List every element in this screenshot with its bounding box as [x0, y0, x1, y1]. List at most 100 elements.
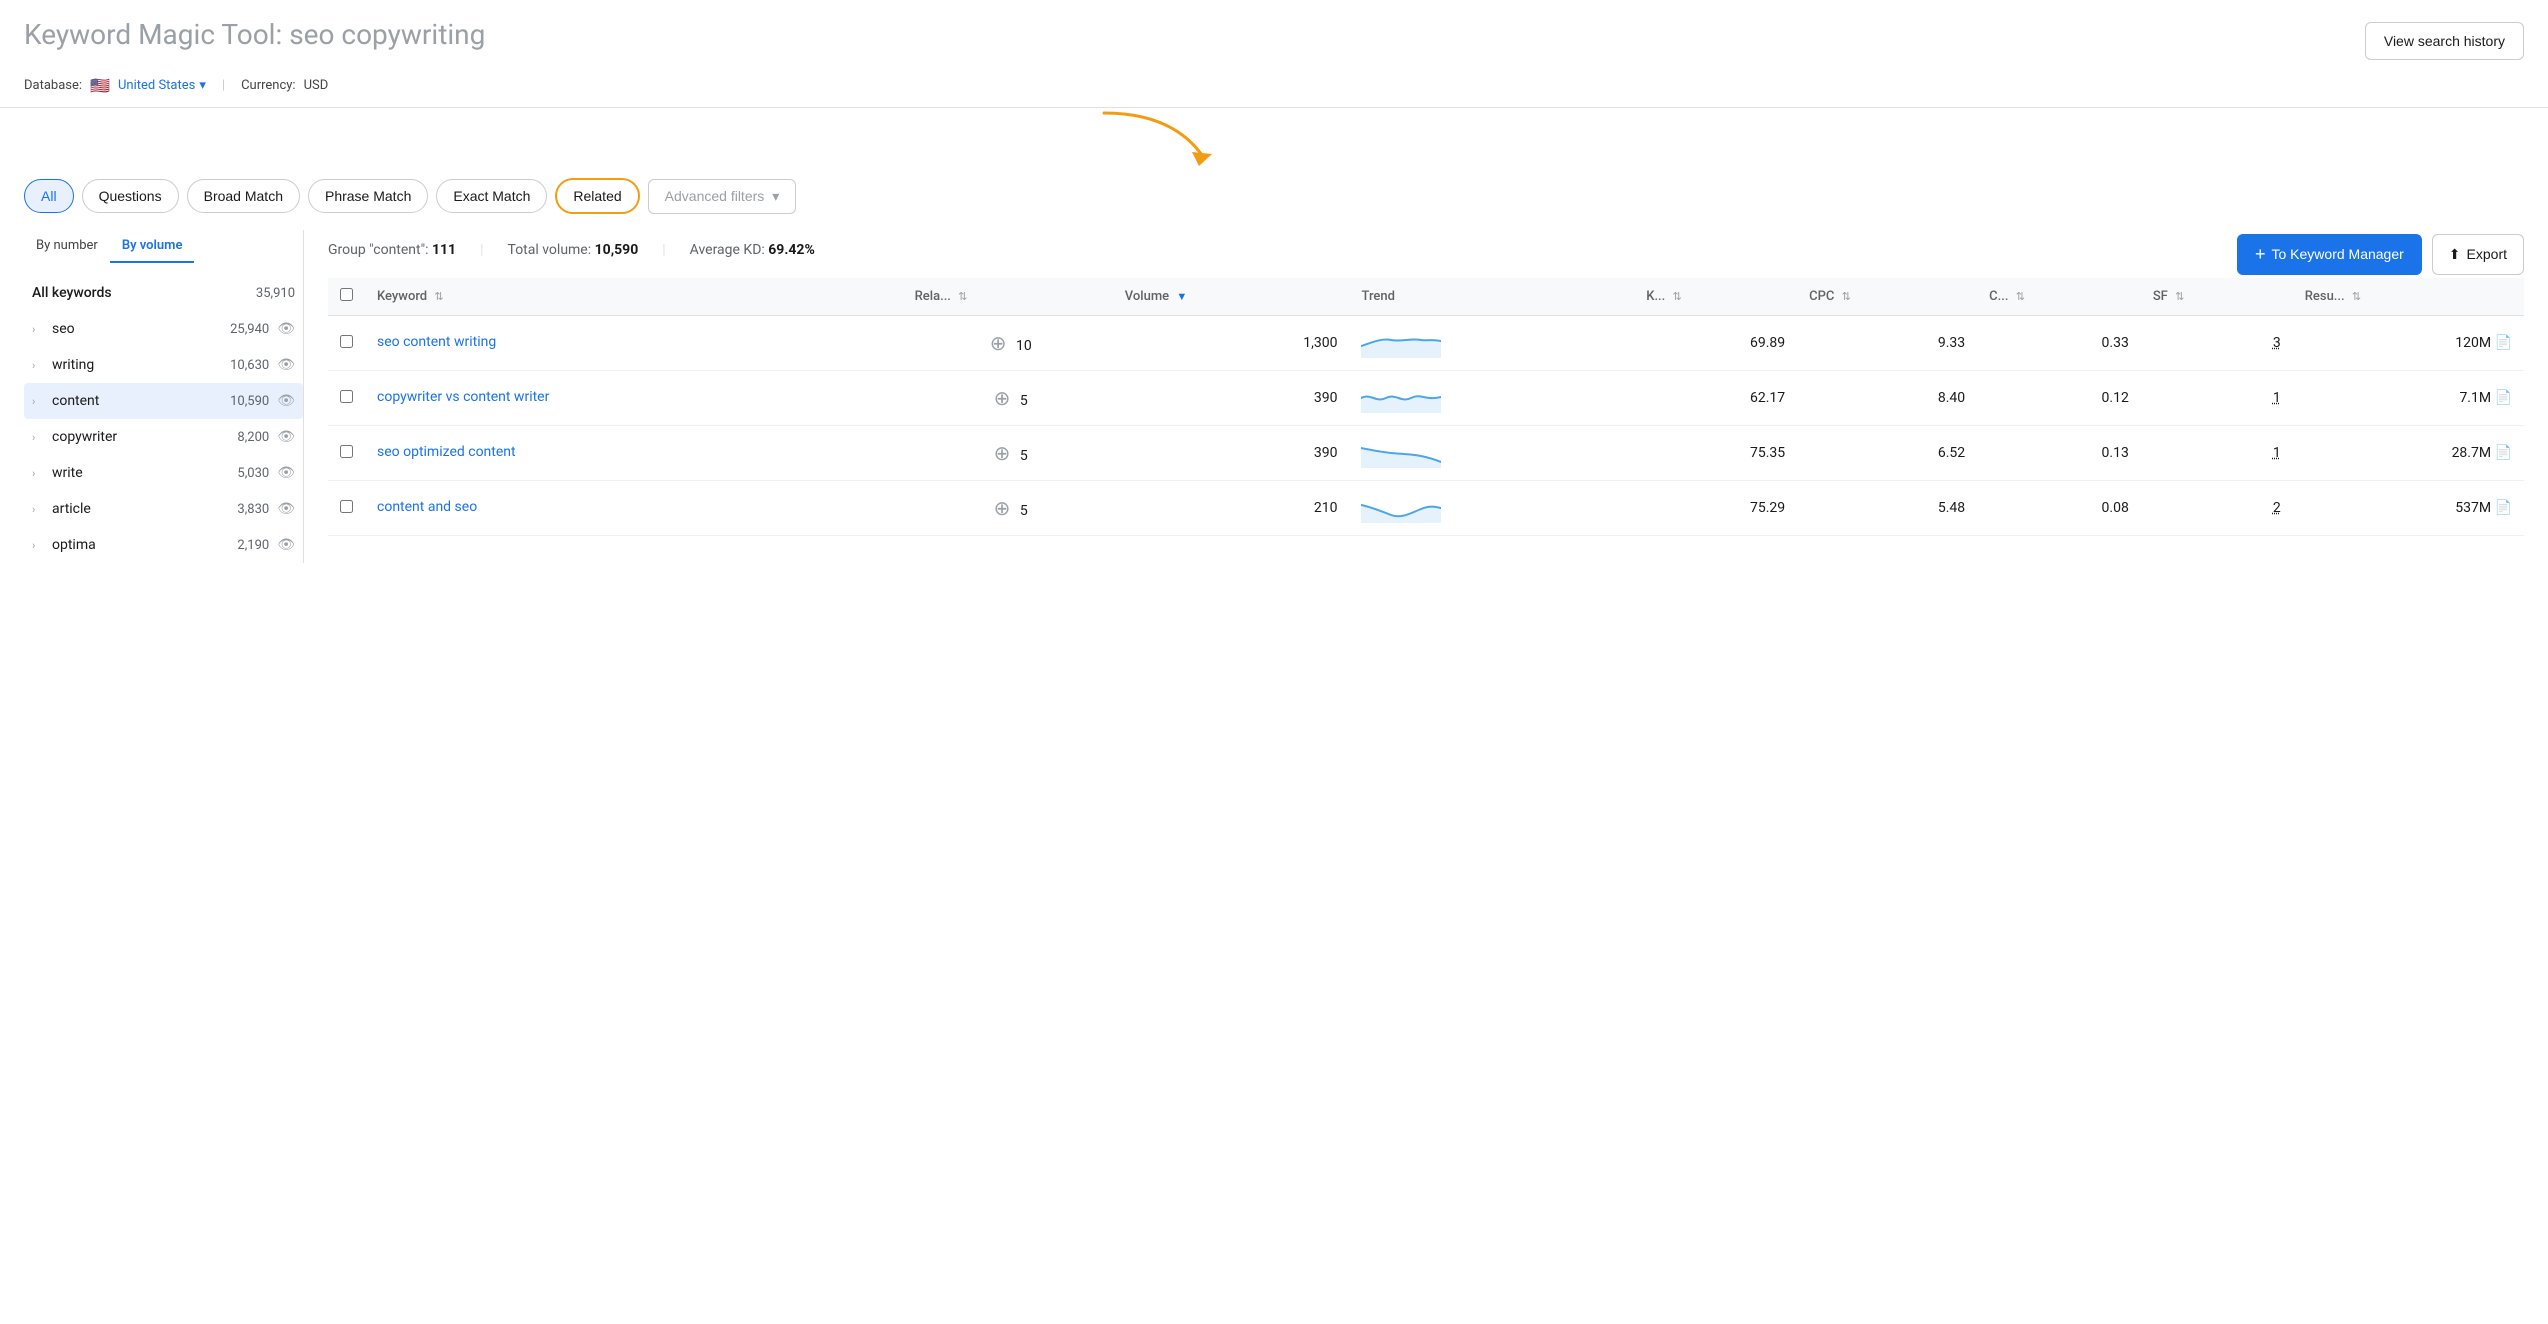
- related-cell: ⊕ 10: [903, 316, 1113, 371]
- cpc-col-header[interactable]: CPC ⇅: [1797, 278, 1977, 316]
- doc-icon[interactable]: 📄: [2495, 390, 2512, 406]
- action-buttons: + To Keyword Manager ⬆ Export: [2237, 234, 2524, 275]
- cpc-cell: 9.33: [1797, 316, 1977, 371]
- table-body: seo content writing ⊕ 10 1,300 69.89 9.3…: [328, 316, 2524, 536]
- sf-cell: 2: [2141, 481, 2293, 536]
- com-col-header[interactable]: C... ⇅: [1977, 278, 2141, 316]
- sf-value[interactable]: 3: [2273, 335, 2281, 351]
- related-cell: ⊕ 5: [903, 371, 1113, 426]
- row-checkbox[interactable]: [340, 390, 353, 403]
- sidebar-item-copywriter[interactable]: › copywriter 8,200 👁: [24, 419, 303, 455]
- add-keyword-button[interactable]: ⊕: [988, 384, 1017, 413]
- keywords-table-wrap: Keyword ⇅ Rela... ⇅ Volume ▼ Trend K... …: [328, 278, 2524, 536]
- sidebar-item-seo[interactable]: › seo 25,940 👁: [24, 311, 303, 347]
- title-query: seo copywriting: [289, 18, 485, 51]
- tab-by-volume[interactable]: By volume: [110, 230, 195, 263]
- kd-cell: 62.17: [1634, 371, 1797, 426]
- sidebar-item-label: copywriter: [52, 429, 117, 445]
- sidebar-item-content[interactable]: › content 10,590 👁: [24, 383, 303, 419]
- upload-icon: ⬆: [2449, 246, 2461, 263]
- sidebar-item-optima[interactable]: › optima 2,190 👁: [24, 527, 303, 563]
- eye-icon[interactable]: 👁: [277, 393, 295, 409]
- eye-icon[interactable]: 👁: [277, 465, 295, 481]
- add-keyword-button[interactable]: ⊕: [988, 439, 1017, 468]
- sidebar-item-write[interactable]: › write 5,030 👁: [24, 455, 303, 491]
- filter-all-button[interactable]: All: [24, 179, 74, 213]
- sf-value[interactable]: 2: [2273, 500, 2281, 516]
- doc-icon[interactable]: 📄: [2495, 445, 2512, 461]
- row-checkbox[interactable]: [340, 335, 353, 348]
- trend-cell: [1349, 316, 1634, 371]
- arrow-svg: [1074, 108, 1274, 168]
- currency-value: USD: [304, 78, 329, 93]
- eye-icon[interactable]: 👁: [277, 429, 295, 445]
- table-row: content and seo ⊕ 5 210 75.29 5.48 0.08 …: [328, 481, 2524, 536]
- filter-broad-match-button[interactable]: Broad Match: [187, 179, 300, 213]
- filter-exact-match-button[interactable]: Exact Match: [436, 179, 547, 213]
- country-selector[interactable]: United States ▾: [118, 78, 206, 93]
- keyword-link[interactable]: copywriter vs content writer: [377, 389, 549, 405]
- stat-divider-1: |: [480, 242, 483, 258]
- row-checkbox[interactable]: [340, 445, 353, 458]
- sf-value[interactable]: 1: [2273, 390, 2281, 406]
- doc-icon[interactable]: 📄: [2495, 335, 2512, 351]
- chevron-icon: ›: [32, 323, 44, 336]
- export-label: Export: [2467, 246, 2507, 262]
- eye-icon[interactable]: 👁: [277, 357, 295, 373]
- keyword-link[interactable]: content and seo: [377, 499, 477, 515]
- results-col-header[interactable]: Resu... ⇅: [2293, 278, 2524, 316]
- add-keyword-button[interactable]: ⊕: [988, 494, 1017, 523]
- advanced-filters-button[interactable]: Advanced filters ▾: [648, 179, 797, 214]
- group-label: Group "content":: [328, 242, 429, 258]
- tab-by-number[interactable]: By number: [24, 230, 110, 263]
- sort-icon: ⇅: [2175, 290, 2184, 303]
- flag-icon: 🇺🇸: [90, 76, 110, 95]
- related-col-header[interactable]: Rela... ⇅: [903, 278, 1113, 316]
- related-value: 5: [1020, 393, 1028, 409]
- sidebar-item-all-keywords[interactable]: All keywords 35,910: [24, 275, 303, 311]
- kd-cell: 75.35: [1634, 426, 1797, 481]
- eye-icon[interactable]: 👁: [277, 501, 295, 517]
- add-keyword-button[interactable]: ⊕: [984, 329, 1013, 358]
- row-checkbox[interactable]: [340, 500, 353, 513]
- sf-value[interactable]: 1: [2273, 445, 2281, 461]
- sidebar-item-count: 3,830: [237, 502, 269, 517]
- row-checkbox-cell[interactable]: [328, 481, 365, 536]
- chevron-icon: ›: [32, 503, 44, 516]
- sidebar-item-count: 10,630: [230, 358, 269, 373]
- volume-col-header[interactable]: Volume ▼: [1113, 278, 1350, 316]
- sort-icon: ⇅: [434, 290, 443, 303]
- eye-icon[interactable]: 👁: [277, 537, 295, 553]
- row-checkbox-cell[interactable]: [328, 426, 365, 481]
- view-history-button[interactable]: View search history: [2365, 22, 2524, 60]
- keyword-col-header[interactable]: Keyword ⇅: [365, 278, 903, 316]
- table-row: seo content writing ⊕ 10 1,300 69.89 9.3…: [328, 316, 2524, 371]
- sidebar-item-label: write: [52, 465, 83, 481]
- table-row: seo optimized content ⊕ 5 390 75.35 6.52…: [328, 426, 2524, 481]
- sidebar-item-writing[interactable]: › writing 10,630 👁: [24, 347, 303, 383]
- filter-questions-button[interactable]: Questions: [82, 179, 179, 213]
- doc-icon[interactable]: 📄: [2495, 500, 2512, 516]
- sf-col-header[interactable]: SF ⇅: [2141, 278, 2293, 316]
- export-button[interactable]: ⬆ Export: [2432, 234, 2524, 275]
- all-keywords-count: 35,910: [256, 286, 295, 301]
- table-header: Keyword ⇅ Rela... ⇅ Volume ▼ Trend K... …: [328, 278, 2524, 316]
- com-cell: 0.33: [1977, 316, 2141, 371]
- eye-icon[interactable]: 👁: [277, 321, 295, 337]
- main-content: Group "content": 111 | Total volume: 10,…: [304, 230, 2524, 563]
- sidebar-item-count: 25,940: [230, 322, 269, 337]
- stats-bar-wrap: Group "content": 111 | Total volume: 10,…: [328, 230, 2524, 278]
- keyword-link[interactable]: seo optimized content: [377, 444, 516, 460]
- select-all-checkbox[interactable]: [340, 288, 353, 301]
- keyword-link[interactable]: seo content writing: [377, 334, 496, 350]
- row-checkbox-cell[interactable]: [328, 316, 365, 371]
- to-keyword-manager-button[interactable]: + To Keyword Manager: [2237, 234, 2422, 275]
- filter-phrase-match-button[interactable]: Phrase Match: [308, 179, 428, 213]
- volume-cell: 210: [1113, 481, 1350, 536]
- row-checkbox-cell[interactable]: [328, 371, 365, 426]
- filter-related-button[interactable]: Related: [555, 178, 639, 214]
- select-all-header[interactable]: [328, 278, 365, 316]
- sidebar-item-article[interactable]: › article 3,830 👁: [24, 491, 303, 527]
- page-title: Keyword Magic Tool: seo copywriting: [24, 18, 485, 51]
- kd-col-header[interactable]: K... ⇅: [1634, 278, 1797, 316]
